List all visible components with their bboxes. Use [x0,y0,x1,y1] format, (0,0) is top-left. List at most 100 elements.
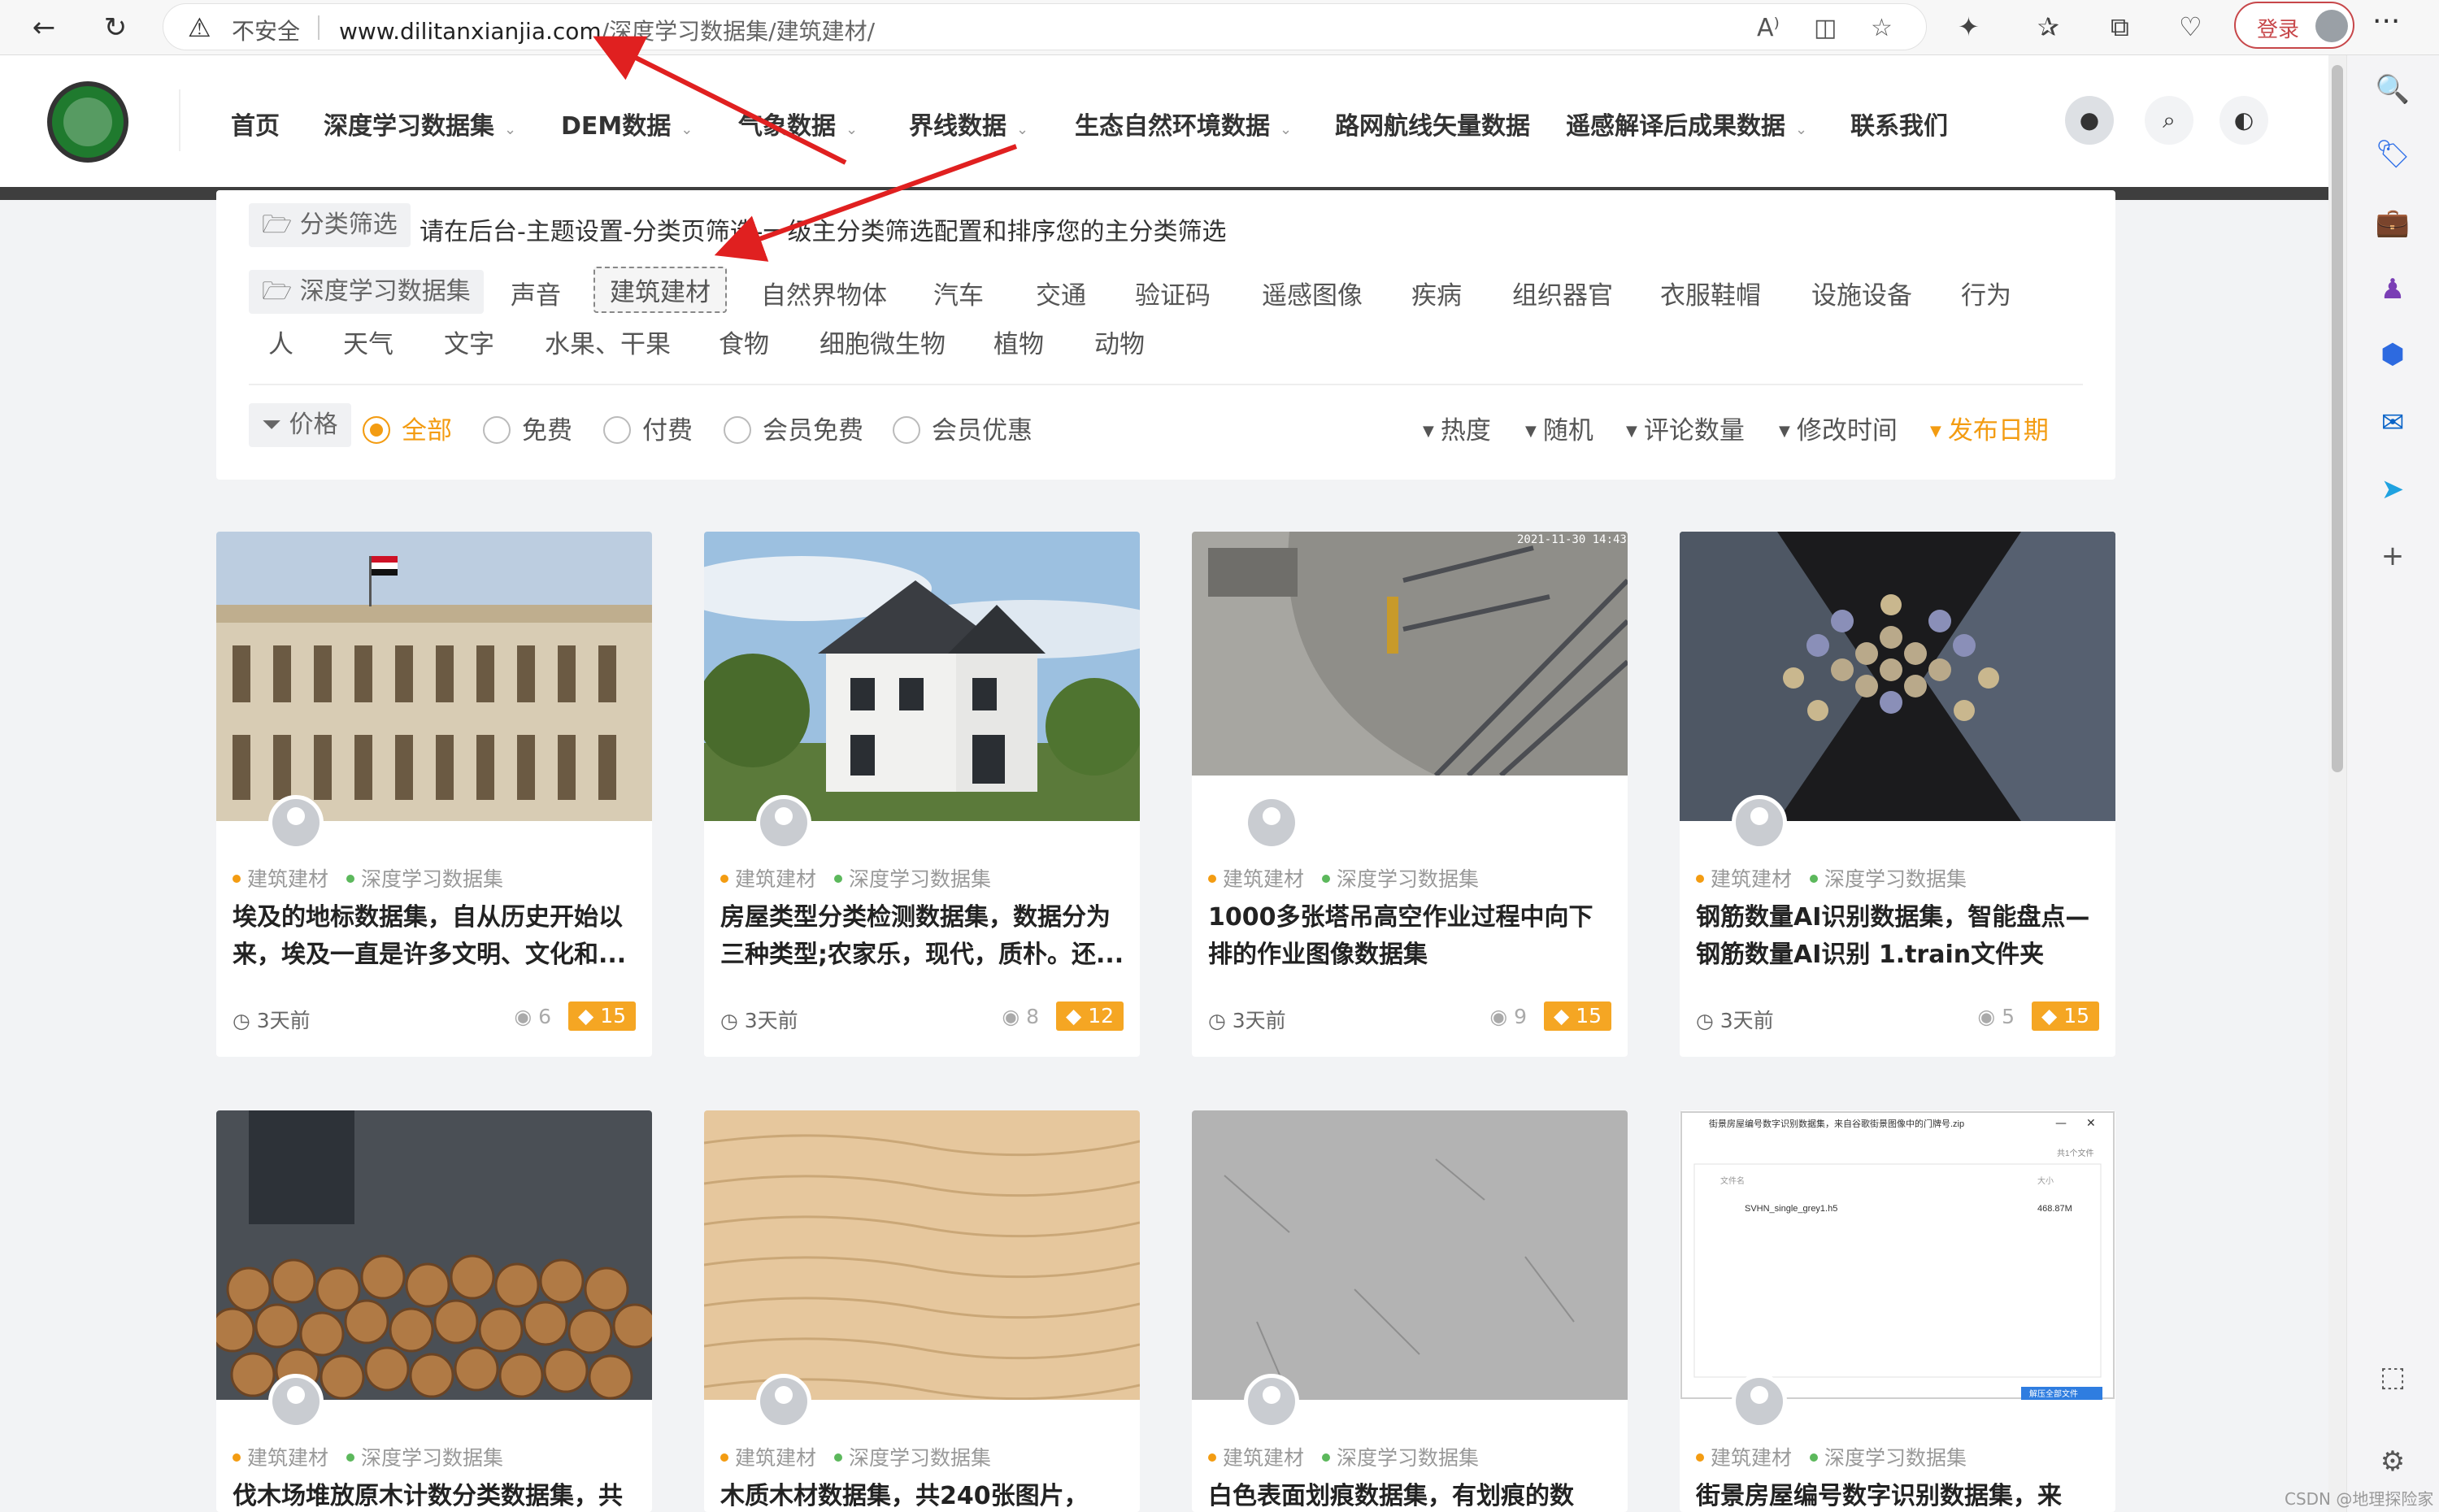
extensions-icon[interactable]: ✦ [1958,11,1980,42]
author-avatar[interactable] [1244,795,1299,850]
menu-item-dem[interactable]: DEM数据 ⌄ [561,106,693,141]
screenshot-icon[interactable]: ⬚ [2370,1354,2415,1400]
card-thumbnail[interactable] [704,532,1140,821]
subcategory-plants[interactable]: 植物 [993,324,1044,360]
price-option-free[interactable]: 免费 [483,410,572,446]
price-option-all[interactable]: 全部 [363,410,452,446]
post-card[interactable]: 建筑建材 深度学习数据集 埃及的地标数据集，自从历史开始以来，埃及一直是许多文明、… [216,532,652,1057]
sort-comments[interactable]: ▼ 评论数量 [1626,410,1745,446]
subcategory-facilities[interactable]: 设施设备 [1811,275,1912,311]
card-thumbnail[interactable] [1680,532,2115,821]
sort-popularity[interactable]: ▼ 热度 [1423,410,1491,446]
author-avatar[interactable] [268,1374,324,1429]
subcategory-microbes[interactable]: 细胞微生物 [820,324,946,360]
menu-item-ecology[interactable]: 生态自然环境数据 ⌄ [1075,106,1292,141]
menu-item-remote-sensing[interactable]: 遥感解译后成果数据 ⌄ [1566,106,1807,141]
card-thumbnail[interactable] [216,1110,652,1400]
tag-deep-learning[interactable]: 深度学习数据集 [1824,1446,1967,1470]
author-avatar[interactable] [1244,1374,1299,1429]
card-thumbnail[interactable] [1192,1110,1628,1400]
price-option-member-discount[interactable]: 会员优惠 [893,410,1033,446]
subcategory-people[interactable]: 人 [268,324,293,360]
subcategory-captcha[interactable]: 验证码 [1135,275,1211,311]
post-card[interactable]: 建筑建材 深度学习数据集 木质木材数据集，共240张图片，此... [704,1110,1140,1512]
post-card[interactable]: 建筑建材 深度学习数据集 伐木场堆放原木计数分类数据集，共2... [216,1110,652,1512]
card-title[interactable]: 钢筋数量AI识别数据集，智能盘点—钢筋数量AI识别 1.train文件夹 用..… [1696,899,2102,974]
theme-toggle-icon[interactable]: ◐ [2219,96,2268,145]
more-menu-icon[interactable]: ··· [2372,5,2400,38]
author-avatar[interactable] [1732,795,1787,850]
menu-item-deep-learning[interactable]: 深度学习数据集 ⌄ [324,106,516,141]
card-title[interactable]: 白色表面划痕数据集，有划痕的数据... [1208,1478,1615,1512]
author-avatar[interactable] [268,795,324,850]
tag-deep-learning[interactable]: 深度学习数据集 [1337,867,1479,891]
scrollbar-thumb[interactable] [2332,65,2343,772]
tag-deep-learning[interactable]: 深度学习数据集 [849,1446,991,1470]
tools-briefcase-icon[interactable]: 💼 [2370,200,2415,245]
subcategory-weather[interactable]: 天气 [343,324,393,360]
site-logo[interactable] [47,81,128,163]
price-option-member-free[interactable]: 会员免费 [724,410,863,446]
outlook-icon[interactable]: ✉ [2370,400,2415,445]
shopping-tag-icon[interactable]: 🏷 [2370,132,2415,177]
search-icon[interactable]: 🔍 [2370,67,2415,112]
tag-building-materials[interactable]: 建筑建材 [735,867,816,891]
send-icon[interactable]: ➤ [2370,467,2415,512]
card-title[interactable]: 伐木场堆放原木计数分类数据集，共2... [233,1478,639,1512]
url-text[interactable]: www.dilitanxianjia.com/深度学习数据集/建筑建材/ [339,14,875,46]
author-avatar[interactable] [756,795,811,850]
address-bar[interactable]: ⚠ 不安全 www.dilitanxianjia.com/深度学习数据集/建筑建… [163,3,1927,50]
card-thumbnail[interactable] [216,532,652,821]
split-screen-icon[interactable]: ◫ [1814,14,1837,42]
tag-building-materials[interactable]: 建筑建材 [1223,867,1304,891]
subcategory-animals[interactable]: 动物 [1094,324,1145,360]
card-thumbnail[interactable]: 2021-11-30 14:43:02 [1192,532,1628,776]
post-card[interactable]: 2021-11-30 14:43:02 建筑建材 深度学习数据集 1000多张塔吊… [1192,532,1628,1057]
menu-item-contact[interactable]: 联系我们 [1850,106,1948,141]
tag-deep-learning[interactable]: 深度学习数据集 [361,867,503,891]
subcategory-disease[interactable]: 疾病 [1411,275,1462,311]
subcategory-sound[interactable]: 声音 [511,275,561,311]
subcategory-remote-sensing[interactable]: 遥感图像 [1262,275,1363,311]
back-arrow-icon[interactable]: ← [24,8,63,47]
tag-building-materials[interactable]: 建筑建材 [247,1446,328,1470]
post-card[interactable]: 建筑建材 深度学习数据集 钢筋数量AI识别数据集，智能盘点—钢筋数量AI识别 1.… [1680,532,2115,1057]
settings-icon[interactable]: ⚙ [2370,1439,2415,1484]
menu-item-road-network[interactable]: 路网航线矢量数据 [1335,106,1530,141]
subcategory-organs[interactable]: 组织器官 [1512,275,1613,311]
sort-published[interactable]: ▼ 发布日期 [1930,410,2049,446]
card-title[interactable]: 木质木材数据集，共240张图片，此... [720,1478,1127,1512]
subcategory-food[interactable]: 食物 [719,324,769,360]
card-title[interactable]: 1000多张塔吊高空作业过程中向下排的作业图像数据集 [1208,899,1615,974]
card-title[interactable]: 街景房屋编号数字识别数据集，来自... [1696,1478,2102,1512]
read-aloud-icon[interactable]: A⁾ [1757,14,1780,42]
tag-building-materials[interactable]: 建筑建材 [735,1446,816,1470]
tag-building-materials[interactable]: 建筑建材 [1711,867,1792,891]
tag-deep-learning[interactable]: 深度学习数据集 [849,867,991,891]
tag-building-materials[interactable]: 建筑建材 [1223,1446,1304,1470]
author-avatar[interactable] [1732,1374,1787,1429]
subcategory-natural-objects[interactable]: 自然界物体 [761,275,887,311]
subcategory-fruits[interactable]: 水果、干果 [545,324,671,360]
menu-item-home[interactable]: 首页 [231,106,280,141]
search-icon[interactable]: ⌕ [2145,96,2193,145]
post-card[interactable]: 建筑建材 深度学习数据集 房屋类型分类检测数据集，数据分为三种类型;农家乐，现代，… [704,532,1140,1057]
user-avatar-icon[interactable]: ● [2065,96,2114,145]
subcategory-behavior[interactable]: 行为 [1961,275,2011,311]
price-option-paid[interactable]: 付费 [603,410,693,446]
author-avatar[interactable] [756,1374,811,1429]
add-icon[interactable]: + [2370,533,2415,579]
add-favorite-icon[interactable]: ☆ [1871,14,1893,42]
tag-deep-learning[interactable]: 深度学习数据集 [1337,1446,1479,1470]
subcategory-cars[interactable]: 汽车 [933,275,984,311]
health-icon[interactable]: ♡ [2179,11,2202,42]
sort-random[interactable]: ▼ 随机 [1525,410,1593,446]
tag-building-materials[interactable]: 建筑建材 [1711,1446,1792,1470]
games-icon[interactable]: ♟ [2370,267,2415,312]
sort-modified[interactable]: ▼ 修改时间 [1779,410,1898,446]
tag-deep-learning[interactable]: 深度学习数据集 [1824,867,1967,891]
subcategory-text[interactable]: 文字 [444,324,494,360]
menu-item-boundary[interactable]: 界线数据 ⌄ [909,106,1028,141]
office-icon[interactable]: ⬢ [2370,332,2415,377]
menu-item-weather[interactable]: 气象数据 ⌄ [738,106,858,141]
